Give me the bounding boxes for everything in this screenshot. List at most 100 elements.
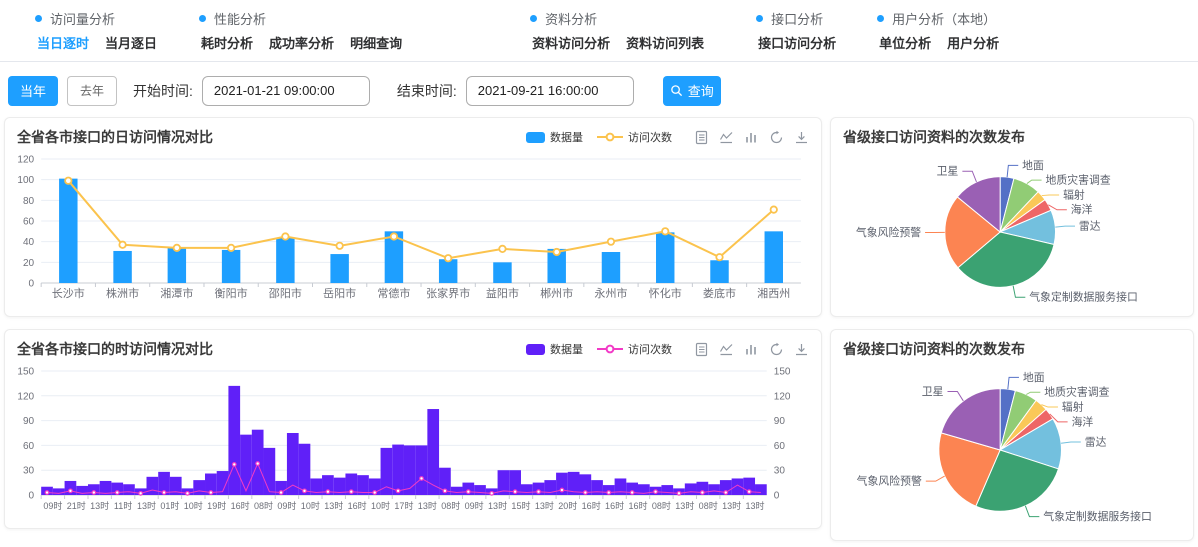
province-pie-card-top: 省级接口访问资料的次数发布 地面地质灾害调查辐射海洋雷达气象定制数据服务接口气象… — [830, 117, 1194, 317]
nav-bullet-icon — [199, 15, 206, 22]
restore-icon[interactable] — [769, 342, 784, 357]
end-time-label: 结束时间: — [397, 81, 457, 101]
search-button[interactable]: 查询 — [663, 76, 721, 106]
hourly-bar-line-chart[interactable]: 0030306060909012012015015009时21时13时11时13… — [5, 361, 821, 517]
nav-item-unit-analysis[interactable]: 单位分析 — [879, 33, 931, 52]
download-icon[interactable] — [794, 130, 809, 145]
svg-text:永州市: 永州市 — [594, 286, 627, 300]
nav-group-user-analysis: 用户分析（本地） 单位分析 用户分析 — [877, 9, 999, 61]
province-access-pie-chart[interactable]: 地面地质灾害调查辐射海洋雷达气象定制数据服务接口气象风险预警卫星 — [831, 147, 1193, 313]
svg-text:15时: 15时 — [511, 500, 530, 511]
svg-text:80: 80 — [23, 196, 35, 207]
svg-text:张家界市: 张家界市 — [426, 286, 470, 300]
svg-text:海洋: 海洋 — [1071, 202, 1093, 216]
nav-group-title: 接口分析 — [771, 9, 823, 28]
nav-item-user-analysis[interactable]: 用户分析 — [947, 33, 999, 52]
nav-group-title-row: 资料分析 — [530, 9, 704, 28]
svg-text:辐射: 辐射 — [1062, 400, 1084, 414]
last-year-button[interactable]: 去年 — [67, 76, 117, 106]
nav-item-time-cost[interactable]: 耗时分析 — [201, 33, 253, 52]
svg-text:09时: 09时 — [277, 500, 296, 511]
nav-group-title: 资料分析 — [545, 9, 597, 28]
svg-text:株洲市: 株洲市 — [106, 286, 139, 300]
bar-series — [59, 179, 783, 283]
legend-item[interactable]: 数据量 — [526, 129, 583, 145]
bar-series — [41, 386, 767, 495]
svg-text:120: 120 — [17, 155, 34, 166]
svg-text:气象定制数据服务接口: 气象定制数据服务接口 — [1043, 509, 1152, 523]
svg-text:长沙市: 长沙市 — [52, 286, 85, 300]
province-pie-card-bottom: 省级接口访问资料的次数发布 地面地质灾害调查辐射海洋雷达气象定制数据服务接口气象… — [830, 329, 1194, 541]
bar-chart-icon[interactable] — [744, 342, 759, 357]
daily-access-chart-card: 全省各市接口的日访问情况对比 数据量访问次数 020406080100120长沙… — [4, 117, 822, 317]
svg-text:09时: 09时 — [465, 500, 484, 511]
legend-label: 数据量 — [550, 341, 583, 357]
line-chart-icon[interactable] — [719, 342, 734, 357]
province-access-pie-chart[interactable]: 地面地质灾害调查辐射海洋雷达气象定制数据服务接口气象风险预警卫星 — [831, 359, 1193, 537]
svg-text:10时: 10时 — [184, 500, 203, 511]
svg-text:13时: 13时 — [324, 500, 343, 511]
data-view-icon[interactable] — [694, 130, 709, 145]
search-button-label: 查询 — [688, 81, 714, 100]
data-view-icon[interactable] — [694, 342, 709, 357]
nav-item-data-access-analysis[interactable]: 资料访问分析 — [532, 33, 610, 52]
dashboard-grid: 全省各市接口的日访问情况对比 数据量访问次数 020406080100120长沙… — [0, 117, 1198, 541]
legend-label: 访问次数 — [628, 129, 672, 145]
svg-text:120: 120 — [17, 391, 34, 402]
svg-text:雷达: 雷达 — [1079, 220, 1101, 233]
svg-text:气象风险预警: 气象风险预警 — [856, 225, 921, 239]
svg-text:雷达: 雷达 — [1085, 435, 1107, 448]
top-navigation: 访问量分析 当日逐时 当月逐日 性能分析 耗时分析 成功率分析 明细查询 资料分… — [0, 0, 1198, 62]
download-icon[interactable] — [794, 342, 809, 357]
nav-bullet-icon — [530, 15, 537, 22]
nav-bullet-icon — [756, 15, 763, 22]
svg-text:08时: 08时 — [441, 500, 460, 511]
legend-item[interactable]: 访问次数 — [597, 341, 672, 357]
svg-text:0: 0 — [29, 279, 35, 290]
bar-swatch-icon — [526, 344, 545, 355]
svg-text:120: 120 — [774, 391, 791, 402]
nav-item-daily-this-month[interactable]: 当月逐日 — [105, 33, 157, 52]
hourly-access-chart-card: 全省各市接口的时访问情况对比 数据量访问次数 00303060609090120… — [4, 329, 822, 529]
nav-item-interface-access-analysis[interactable]: 接口访问分析 — [758, 33, 836, 52]
nav-item-hourly-today[interactable]: 当日逐时 — [37, 33, 89, 52]
nav-group-data-analysis: 资料分析 资料访问分析 资料访问列表 — [530, 9, 704, 61]
svg-text:60: 60 — [23, 217, 35, 228]
chart-title: 全省各市接口的时访问情况对比 — [17, 339, 213, 359]
restore-icon[interactable] — [769, 130, 784, 145]
svg-text:30: 30 — [23, 466, 35, 477]
nav-item-detail-query[interactable]: 明细查询 — [350, 33, 402, 52]
this-year-button[interactable]: 当年 — [8, 76, 58, 106]
svg-text:13时: 13时 — [418, 500, 437, 511]
svg-text:邵阳市: 邵阳市 — [269, 286, 302, 300]
svg-text:10时: 10时 — [301, 500, 320, 511]
svg-text:09时: 09时 — [43, 500, 62, 511]
svg-text:辐射: 辐射 — [1063, 187, 1085, 201]
svg-text:13时: 13时 — [722, 500, 741, 511]
legend-item[interactable]: 数据量 — [526, 341, 583, 357]
nav-item-success-rate[interactable]: 成功率分析 — [269, 33, 334, 52]
svg-text:常德市: 常德市 — [377, 286, 410, 300]
line-chart-icon[interactable] — [719, 130, 734, 145]
svg-text:卫星: 卫星 — [922, 385, 944, 398]
bar-chart-icon[interactable] — [744, 130, 759, 145]
legend-item[interactable]: 访问次数 — [597, 129, 672, 145]
svg-text:怀化市: 怀化市 — [649, 286, 682, 300]
svg-text:气象风险预警: 气象风险预警 — [857, 474, 922, 488]
svg-text:气象定制数据服务接口: 气象定制数据服务接口 — [1029, 290, 1138, 304]
svg-text:湘西州: 湘西州 — [757, 286, 790, 300]
daily-bar-line-chart[interactable]: 020406080100120长沙市株洲市湘潭市衡阳市邵阳市岳阳市常德市张家界市… — [5, 149, 821, 305]
nav-group-title-row: 访问量分析 — [35, 9, 157, 28]
nav-bullet-icon — [877, 15, 884, 22]
svg-text:地质灾害调查: 地质灾害调查 — [1046, 173, 1111, 187]
start-time-label: 开始时间: — [133, 81, 193, 101]
svg-text:08时: 08时 — [699, 500, 718, 511]
svg-text:衡阳市: 衡阳市 — [215, 286, 248, 300]
chart-title: 省级接口访问资料的次数发布 — [843, 127, 1025, 147]
end-time-input[interactable] — [466, 76, 634, 106]
nav-item-data-access-list[interactable]: 资料访问列表 — [626, 33, 704, 52]
start-time-input[interactable] — [202, 76, 370, 106]
svg-text:13时: 13时 — [137, 500, 156, 511]
nav-group-performance-analysis: 性能分析 耗时分析 成功率分析 明细查询 — [199, 9, 402, 61]
svg-text:01时: 01时 — [160, 500, 179, 511]
